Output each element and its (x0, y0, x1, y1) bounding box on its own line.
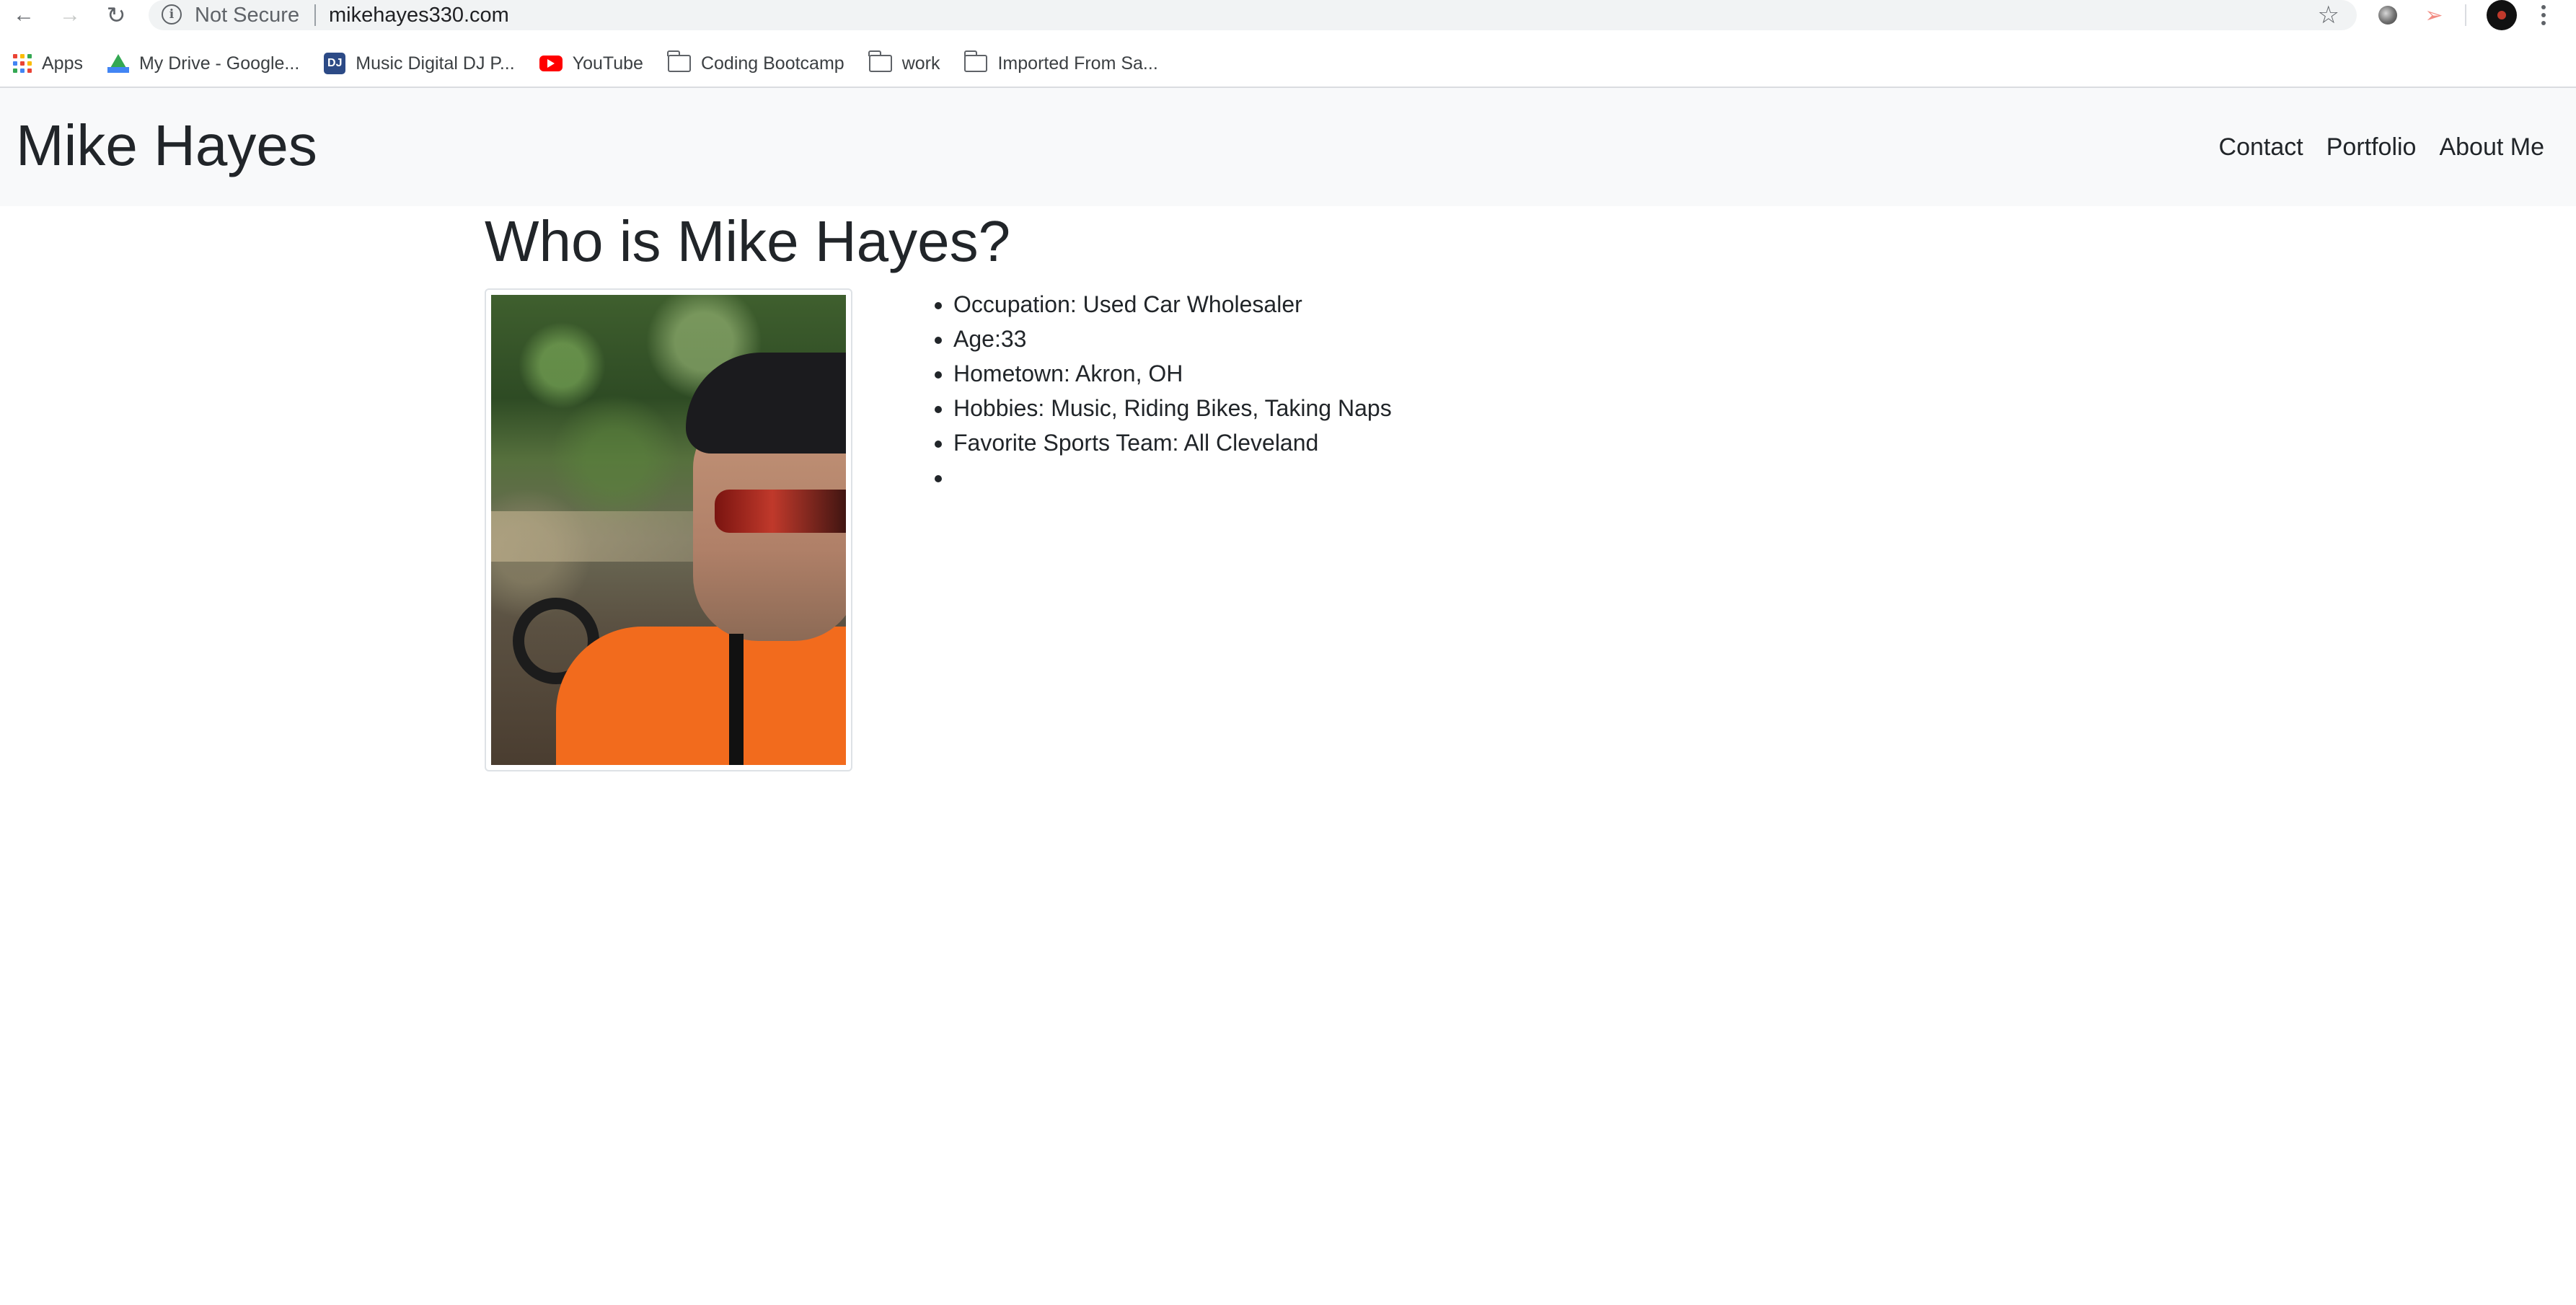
bookmark-label: Imported From Sa... (997, 53, 1158, 74)
cast-extension-icon[interactable]: ➢ (2422, 3, 2446, 27)
back-icon[interactable]: ← (10, 1, 38, 29)
profile-avatar[interactable] (2487, 0, 2517, 30)
site-brand[interactable]: Mike Hayes (16, 110, 317, 182)
youtube-icon (539, 56, 563, 71)
nav-links: Contact Portfolio About Me (2219, 131, 2544, 163)
page-title: Who is Mike Hayes? (485, 209, 1011, 273)
url-text[interactable]: mikehayes330.com (329, 3, 509, 27)
menu-kebab-icon[interactable] (2533, 1, 2554, 29)
apps-grid-icon (13, 54, 32, 73)
security-status: Not Secure (195, 4, 300, 27)
folder-icon (868, 50, 892, 72)
bookmark-label: Music Digital DJ P... (356, 53, 515, 74)
folder-icon (667, 50, 691, 72)
site-navbar: Mike Hayes Contact Portfolio About Me (0, 88, 2576, 206)
toolbar-divider (2465, 4, 2466, 26)
list-item (953, 460, 1392, 495)
extension-icon[interactable] (2376, 3, 2400, 27)
bookmark-label: My Drive - Google... (138, 53, 300, 74)
site-info-icon[interactable]: i (162, 4, 182, 25)
bookmarks-bar: Apps My Drive - Google... DJ Music Digit… (0, 45, 2576, 82)
dj-icon: DJ (324, 53, 346, 74)
list-item: Occupation: Used Car Wholesaler (953, 287, 1392, 322)
bookmark-star-icon[interactable]: ☆ (2318, 1, 2339, 29)
nav-link-portfolio[interactable]: Portfolio (2326, 131, 2417, 163)
bookmark-coding-bootcamp[interactable]: Coding Bootcamp (667, 50, 844, 74)
bookmark-my-drive[interactable]: My Drive - Google... (107, 53, 299, 74)
bookmark-music-dj[interactable]: DJ Music Digital DJ P... (324, 53, 515, 74)
list-item: Hometown: Akron, OH (953, 356, 1392, 391)
bookmark-label: Coding Bootcamp (700, 53, 844, 74)
bookmark-label: YouTube (572, 53, 643, 74)
bookmark-youtube[interactable]: YouTube (539, 53, 643, 74)
nav-link-contact[interactable]: Contact (2219, 131, 2303, 163)
reload-icon[interactable]: ↻ (102, 1, 130, 29)
forward-icon[interactable]: → (56, 1, 84, 29)
bookmark-work[interactable]: work (868, 50, 940, 74)
bookmark-apps[interactable]: Apps (13, 53, 83, 74)
profile-photo (491, 295, 846, 765)
list-item: Age:33 (953, 322, 1392, 356)
bookmark-label: work (901, 53, 940, 74)
bookmark-label: Apps (42, 53, 83, 74)
browser-toolbar: ← → ↻ i Not Secure mikehayes330.com ☆ ➢ (0, 0, 2576, 32)
profile-photo-frame (485, 288, 852, 771)
bookmark-imported[interactable]: Imported From Sa... (963, 50, 1158, 74)
address-bar[interactable]: i Not Secure mikehayes330.com ☆ (149, 0, 2357, 30)
nav-link-about-me[interactable]: About Me (2439, 131, 2544, 163)
folder-icon (963, 50, 988, 72)
address-divider (314, 4, 316, 26)
list-item: Favorite Sports Team: All Cleveland (953, 425, 1392, 460)
details-list: Occupation: Used Car Wholesaler Age:33 H… (923, 287, 1392, 495)
list-item: Hobbies: Music, Riding Bikes, Taking Nap… (953, 391, 1392, 425)
google-drive-icon (107, 54, 129, 73)
